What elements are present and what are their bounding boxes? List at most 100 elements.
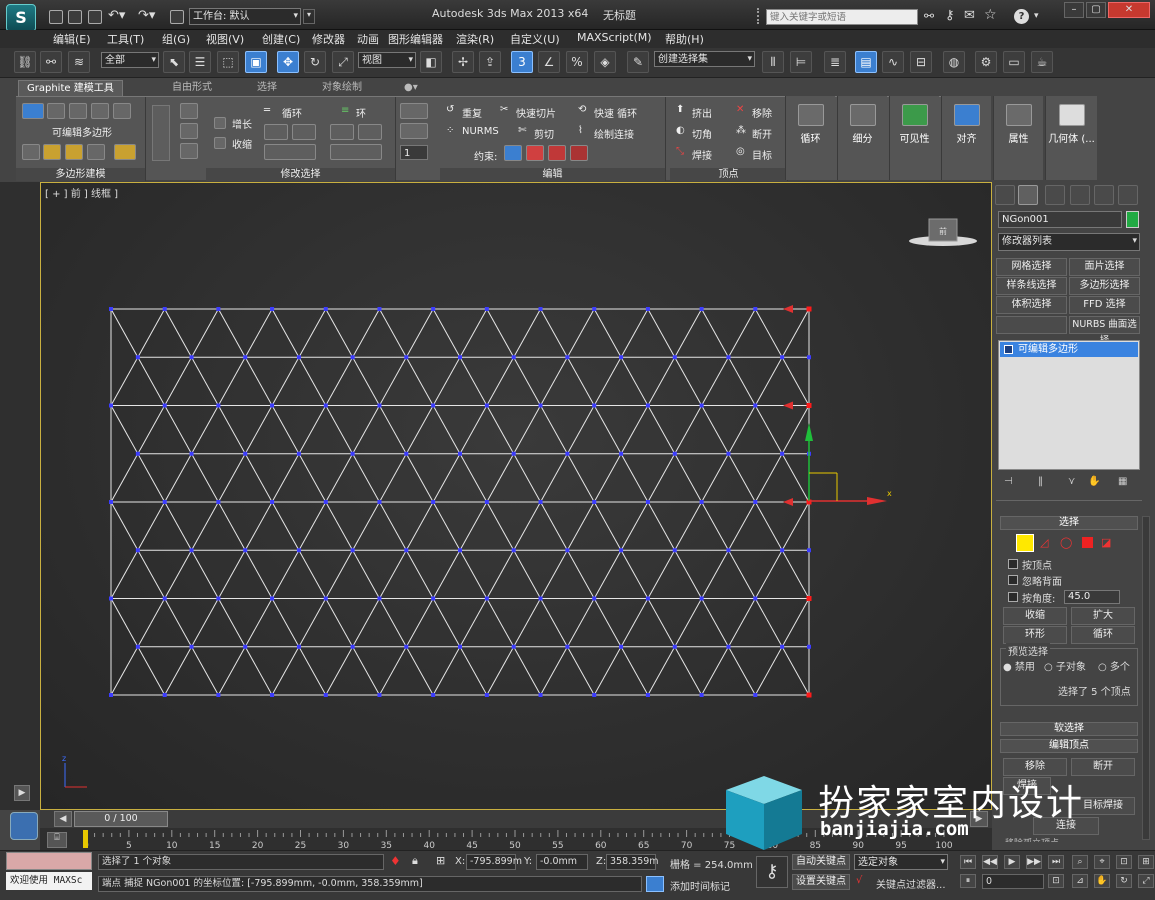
quickloop-icon[interactable]: ⟲ (578, 104, 586, 115)
ring-icon[interactable]: ≡ (341, 105, 349, 116)
by-vertex-checkbox[interactable] (1008, 559, 1018, 569)
absolute-mode-icon[interactable]: ⊞ (436, 854, 445, 867)
utilities-panel-icon[interactable] (1118, 185, 1138, 205)
unlink-icon[interactable]: ⚯ (40, 51, 62, 73)
maximize-viewport-icon[interactable]: ⤢ (1138, 874, 1154, 888)
pivot-center-icon[interactable]: ◧ (420, 51, 442, 73)
bind-spacewarp-icon[interactable]: ≋ (68, 51, 90, 73)
ignore-back-checkbox[interactable] (1008, 575, 1018, 585)
ring-button[interactable]: 环形 (1003, 626, 1067, 644)
grow-icon[interactable] (214, 117, 226, 129)
target-weld-icon[interactable]: ◎ (736, 146, 745, 157)
key-mode-icon[interactable]: ⏸ (960, 874, 976, 888)
time-config-icon[interactable]: ⊡ (1048, 874, 1064, 888)
mini-listener-icon[interactable] (10, 812, 38, 840)
nurms-label[interactable]: NURMS (462, 126, 499, 137)
project-folder-icon[interactable] (170, 10, 184, 24)
chamfer-label[interactable]: 切角 (692, 126, 712, 141)
ribbon-tool-5-icon[interactable] (114, 144, 136, 160)
hierarchy-panel-icon[interactable] (1045, 185, 1065, 205)
loop-label[interactable]: 循环 (282, 105, 302, 120)
menu-item[interactable]: 编辑(E) (53, 31, 91, 47)
nurbs-select-button[interactable]: NURBS 曲面选择 (1069, 316, 1140, 346)
shrink-icon[interactable] (214, 137, 226, 149)
window-crossing-icon[interactable]: ▣ (245, 51, 267, 73)
angle-snap-icon[interactable]: ∠ (538, 51, 560, 73)
quickslice-icon[interactable]: ✂ (500, 104, 508, 115)
minimize-button[interactable]: – (1064, 2, 1084, 18)
render-teapot-icon[interactable]: ☕ (1031, 51, 1053, 73)
loop-button[interactable]: 循环 (1071, 626, 1135, 644)
maxscript-welcome[interactable]: 欢迎使用 MAXSc (6, 872, 92, 890)
vol-select-button[interactable]: 体积选择 (996, 296, 1067, 314)
paintconnect-icon[interactable]: ⌇ (578, 125, 583, 136)
curve-editor-icon[interactable]: ∿ (882, 51, 904, 73)
settings-icon[interactable] (400, 103, 428, 119)
nurms-icon[interactable]: ⁘ (446, 125, 454, 136)
open-file-icon[interactable] (68, 10, 82, 24)
remove-label[interactable]: 移除 (752, 105, 772, 120)
vertex-mode-icon[interactable] (22, 103, 44, 119)
paintconnect-label[interactable]: 绘制连接 (594, 126, 634, 141)
modify-panel-icon[interactable] (1018, 185, 1038, 205)
goto-end-icon[interactable]: ⏭ (1048, 855, 1064, 869)
save-file-icon[interactable] (88, 10, 102, 24)
menu-item[interactable]: 渲染(R) (456, 31, 494, 47)
move-icon[interactable]: ✥ (277, 51, 299, 73)
tab-graphite[interactable]: Graphite 建模工具 (18, 80, 123, 96)
pin-stack-icon[interactable]: ⊣ (1004, 476, 1013, 487)
menu-item[interactable]: 视图(V) (206, 31, 244, 47)
quickslice-label[interactable]: 快速切片 (516, 105, 556, 120)
constraint-edge-icon[interactable] (526, 145, 544, 161)
expand-icon[interactable] (1004, 345, 1013, 354)
align-icon[interactable]: ⊨ (790, 51, 812, 73)
y-coordinate[interactable]: -0.0mm (536, 854, 588, 870)
remove-icon[interactable]: ✕ (736, 104, 744, 115)
favorites-star-icon[interactable]: ☆ (984, 7, 997, 23)
menu-item[interactable]: MAXScript(M) (577, 31, 652, 44)
configure-sets-icon[interactable]: ▦ (1118, 476, 1127, 487)
menu-item[interactable]: 工具(T) (107, 31, 144, 47)
menu-item[interactable]: 自定义(U) (510, 31, 560, 47)
ribbon-tool-4-icon[interactable] (87, 144, 105, 160)
preview-off-radio[interactable]: ● 禁用 (1003, 658, 1035, 673)
preview-1-icon[interactable] (180, 103, 198, 119)
close-button[interactable]: ✕ (1108, 2, 1150, 18)
menu-item[interactable]: 创建(C) (262, 31, 300, 47)
workspace-expand-icon[interactable]: ▾ (303, 9, 315, 24)
weld-label[interactable]: 焊接 (692, 147, 712, 162)
object-name-field[interactable]: NGon001 (998, 211, 1122, 228)
chamfer-icon[interactable]: ◐ (676, 125, 685, 136)
schematic-view-icon[interactable]: ⊟ (910, 51, 932, 73)
align-big-button[interactable]: 对齐 (941, 96, 991, 180)
binoculars-icon[interactable]: ⚯ (924, 9, 934, 23)
x-coordinate[interactable]: -795.899m (466, 854, 522, 870)
extrude-icon[interactable]: ⬆ (676, 104, 684, 115)
time-tag-icon[interactable] (646, 876, 664, 892)
remove-modifier-icon[interactable]: ✋ (1088, 476, 1100, 487)
make-unique-icon[interactable]: ⋎ (1068, 476, 1075, 487)
snap-toggle-icon[interactable]: 3 (511, 51, 533, 73)
remove-isolated-label[interactable]: 移除孤立顶点 (1005, 836, 1059, 842)
layer-manager-icon[interactable]: ≣ (824, 51, 846, 73)
undo-icon[interactable]: ↶▾ (108, 8, 125, 23)
poly-select-button[interactable]: 多边形选择 (1069, 277, 1140, 295)
zoom-all-icon[interactable]: ⌖ (1094, 855, 1110, 869)
link-icon[interactable]: ⛓ (14, 51, 36, 73)
target-label[interactable]: 目标 (752, 147, 772, 162)
tab-options[interactable]: ●▾ (396, 80, 426, 96)
app-logo-button[interactable]: S (6, 4, 36, 32)
preview-2-icon[interactable] (180, 123, 198, 139)
workspace-dropdown[interactable]: 工作台: 默认 (189, 8, 301, 25)
rollout-soft-selection[interactable]: 软选择 (1000, 722, 1138, 736)
edit-named-selection-icon[interactable]: ✎ (627, 51, 649, 73)
visibility-big-button[interactable]: 可见性 (889, 96, 939, 180)
named-selection-dropdown[interactable]: 创建选择集 (654, 51, 755, 67)
ring-grow-icon[interactable] (330, 124, 354, 140)
reference-coord-dropdown[interactable]: 视图 (358, 52, 416, 68)
polygon-mode-icon[interactable] (91, 103, 109, 119)
patch-select-button[interactable]: 面片选择 (1069, 258, 1140, 276)
key-filter-icon[interactable]: √ (856, 875, 862, 886)
help-icon[interactable]: ? (1014, 9, 1029, 24)
rotate-icon[interactable]: ↻ (304, 51, 326, 73)
